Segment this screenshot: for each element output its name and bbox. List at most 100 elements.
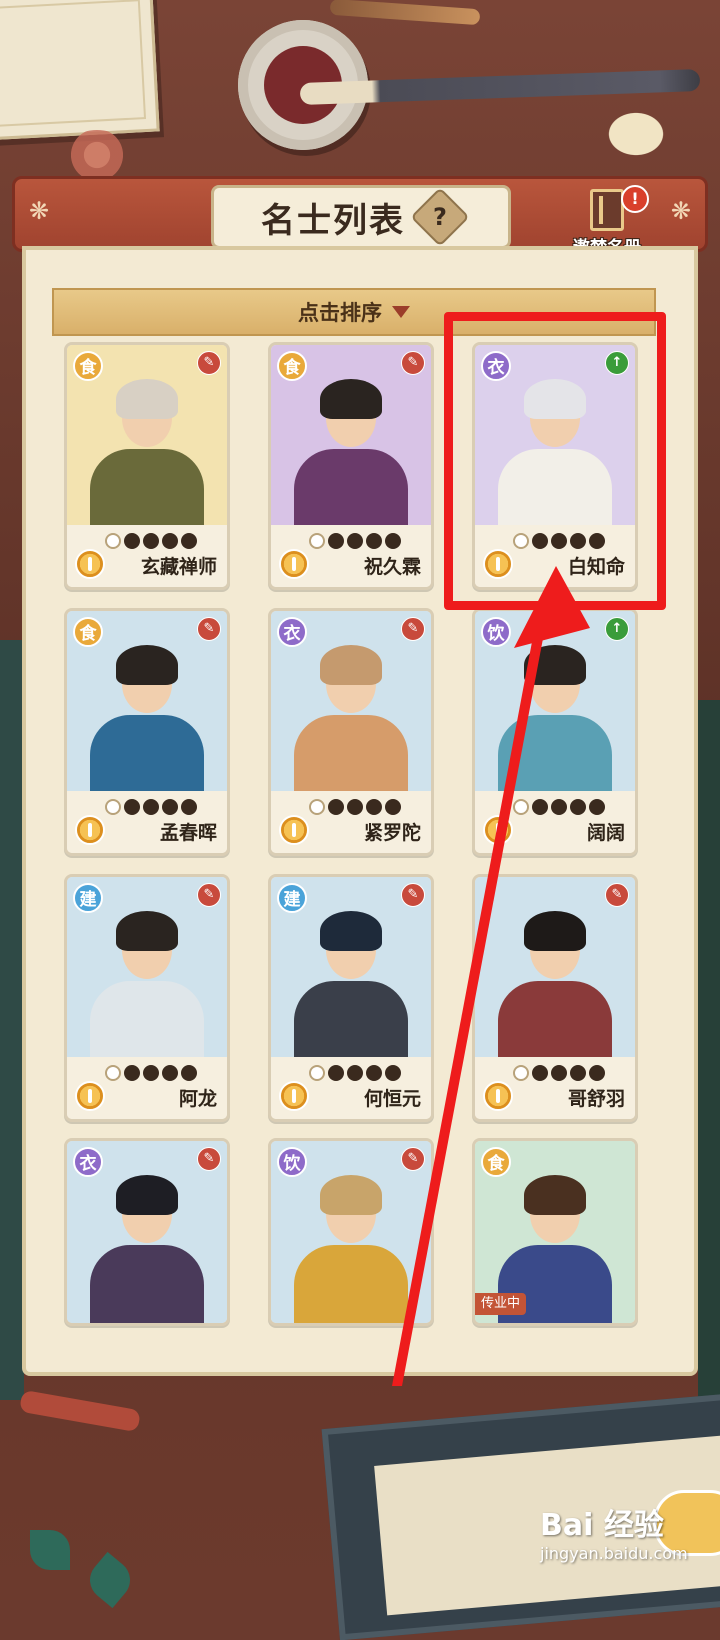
celebrity-card[interactable]: 饮 ↑ 阔阔 xyxy=(472,608,638,856)
star-rating xyxy=(513,1065,605,1081)
category-badge: 饮 xyxy=(277,1147,307,1177)
category-badge: 建 xyxy=(73,883,103,913)
star-pip xyxy=(589,1065,605,1081)
celebrity-card[interactable]: 衣 ✎ xyxy=(64,1138,230,1326)
star-pip xyxy=(570,1065,586,1081)
star-pip xyxy=(532,799,548,815)
coin-icon xyxy=(483,815,513,845)
category-badge: 食 xyxy=(73,617,103,647)
card-name: 哥舒羽 xyxy=(567,1088,625,1110)
star-pip xyxy=(309,533,325,549)
coin-icon xyxy=(75,549,105,579)
star-rating xyxy=(309,799,401,815)
edit-icon: ✎ xyxy=(401,1147,425,1171)
star-pip xyxy=(551,1065,567,1081)
celebrity-card[interactable]: 衣 ✎ 紧罗陀 xyxy=(268,608,434,856)
character-figure xyxy=(82,1161,212,1323)
star-pip xyxy=(124,533,140,549)
celebrity-card[interactable]: ✎ 哥舒羽 xyxy=(472,874,638,1122)
card-name: 阿龙 xyxy=(178,1088,217,1110)
hair xyxy=(320,1175,382,1215)
star-rating xyxy=(105,1065,197,1081)
celebrity-card[interactable]: 食传业中 xyxy=(472,1138,638,1326)
upgrade-arrow-icon: ↑ xyxy=(605,617,629,641)
hair xyxy=(524,1175,586,1215)
celebrity-card[interactable]: 食 ✎ 玄藏禅师 xyxy=(64,342,230,590)
star-pip xyxy=(366,1065,382,1081)
star-pip xyxy=(143,1065,159,1081)
status-tag: 传业中 xyxy=(475,1293,527,1315)
card-name: 祝久霖 xyxy=(363,556,421,578)
category-badge: 建 xyxy=(277,883,307,913)
star-pip xyxy=(124,799,140,815)
card-name: 阔阔 xyxy=(586,822,625,844)
celebrity-card[interactable]: 饮 ✎ xyxy=(268,1138,434,1326)
category-badge: 饮 xyxy=(481,617,511,647)
book-icon xyxy=(590,189,624,231)
watermark-logo: Bai 经验 xyxy=(540,1508,664,1543)
coin-icon xyxy=(483,1081,513,1111)
edit-icon: ✎ xyxy=(401,351,425,375)
star-pip xyxy=(328,1065,344,1081)
help-button[interactable]: ? xyxy=(410,187,470,247)
question-icon: ? xyxy=(433,202,447,231)
character-figure xyxy=(286,365,416,539)
category-badge: 衣 xyxy=(73,1147,103,1177)
highlight-box xyxy=(444,312,666,610)
character-figure xyxy=(286,1161,416,1323)
star-pip xyxy=(385,533,401,549)
character-figure xyxy=(490,631,620,805)
star-pip xyxy=(385,799,401,815)
star-rating xyxy=(309,1065,401,1081)
caret-down-icon xyxy=(392,306,410,318)
star-pip xyxy=(328,799,344,815)
star-pip xyxy=(551,799,567,815)
card-name: 何恒元 xyxy=(363,1088,421,1110)
edit-icon: ✎ xyxy=(605,883,629,907)
star-pip xyxy=(347,533,363,549)
watermark-url: jingyan.baidu.com xyxy=(540,1544,688,1563)
category-badge: 食 xyxy=(73,351,103,381)
alert-badge: ! xyxy=(621,185,649,213)
star-pip xyxy=(513,799,529,815)
star-pip xyxy=(366,533,382,549)
edit-icon: ✎ xyxy=(197,1147,221,1171)
category-badge: 衣 xyxy=(277,617,307,647)
edit-icon: ✎ xyxy=(197,617,221,641)
star-pip xyxy=(105,533,121,549)
card-name: 紧罗陀 xyxy=(363,822,421,844)
edit-icon: ✎ xyxy=(401,617,425,641)
star-rating xyxy=(105,533,197,549)
coin-icon xyxy=(75,815,105,845)
card-name: 孟春晖 xyxy=(159,822,217,844)
star-rating xyxy=(513,799,605,815)
star-pip xyxy=(143,533,159,549)
star-pip xyxy=(162,1065,178,1081)
star-pip xyxy=(124,1065,140,1081)
character-figure xyxy=(82,631,212,805)
star-pip xyxy=(366,799,382,815)
star-pip xyxy=(143,799,159,815)
character-figure xyxy=(82,897,212,1071)
category-badge: 食 xyxy=(277,351,307,381)
celebrity-card[interactable]: 建 ✎ 何恒元 xyxy=(268,874,434,1122)
celebrity-card[interactable]: 食 ✎ 祝久霖 xyxy=(268,342,434,590)
character-figure xyxy=(286,631,416,805)
star-pip xyxy=(513,1065,529,1081)
hair xyxy=(116,379,178,419)
character-figure xyxy=(286,897,416,1071)
robe xyxy=(90,1245,204,1323)
category-badge: 食 xyxy=(481,1147,511,1177)
star-pip xyxy=(162,533,178,549)
character-figure xyxy=(490,897,620,1071)
star-pip xyxy=(385,1065,401,1081)
panel-header: 名士列表 ? 遨梦名册 ! xyxy=(12,176,708,258)
celebrity-card[interactable]: 食 ✎ 孟春晖 xyxy=(64,608,230,856)
celebrity-card[interactable]: 建 ✎ 阿龙 xyxy=(64,874,230,1122)
hair xyxy=(320,645,382,685)
star-pip xyxy=(347,1065,363,1081)
sort-label: 点击排序 xyxy=(298,300,382,325)
star-pip xyxy=(105,799,121,815)
character-figure xyxy=(82,365,212,539)
hair xyxy=(524,911,586,951)
